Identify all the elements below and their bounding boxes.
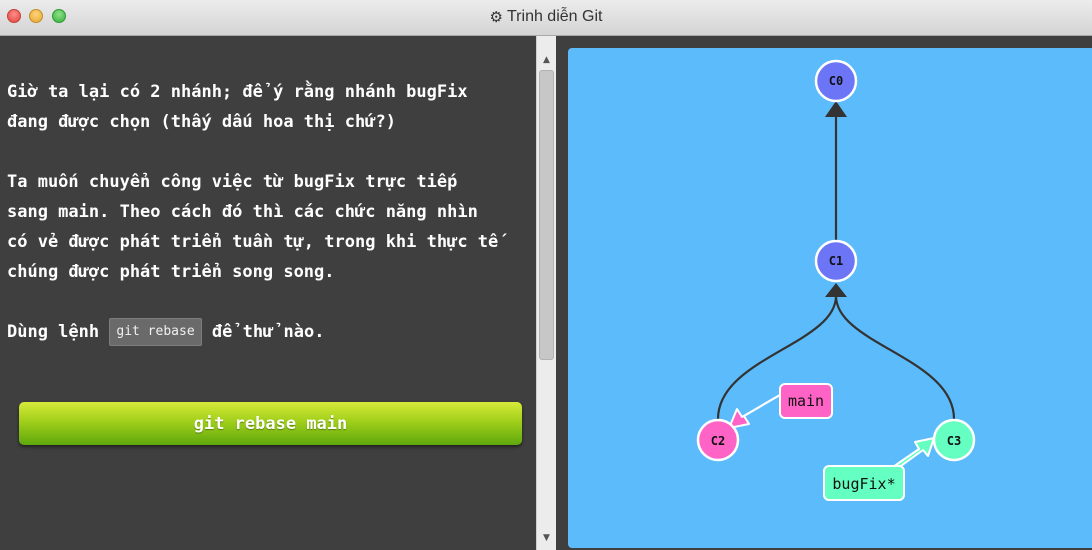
scrollbar-thumb[interactable]: [539, 70, 554, 360]
scroll-down-arrow-icon[interactable]: ▼: [537, 530, 556, 546]
edge-C3-C1: [834, 295, 956, 420]
commit-node[interactable]: C3: [932, 418, 976, 462]
instruction-line: Ta muốn chuyển công việc từ bugFix trực …: [7, 172, 458, 192]
arrowhead-C0: [825, 101, 847, 117]
window-title-wrap: ⚙ Trinh diễn Git: [0, 0, 1092, 34]
try-suffix: để thử nào.: [211, 322, 325, 342]
commit-label-C2: C2: [711, 434, 725, 448]
instruction-line: chúng được phát triển song song.: [7, 262, 335, 282]
window-titlebar: ⚙ Trinh diễn Git: [0, 0, 1092, 36]
commit-label-C3: C3: [947, 434, 961, 448]
instruction-paragraph-2: Ta muốn chuyển công việc từ bugFix trực …: [7, 167, 498, 287]
instruction-paragraph-3: Dùng lệnh git rebase để thử nào.: [7, 317, 325, 347]
branch-bugfix-label: bugFix*: [832, 475, 895, 493]
instruction-line: Giờ ta lại có 2 nhánh; để ý rằng nhánh b…: [7, 82, 468, 102]
gear-icon: ⚙: [489, 9, 503, 26]
branch-main-label: main: [788, 392, 824, 410]
run-command-button[interactable]: git rebase main: [19, 402, 522, 445]
commit-node[interactable]: C1: [814, 239, 858, 283]
run-command-label: git rebase main: [193, 413, 348, 434]
inline-command-code: git rebase: [109, 318, 202, 346]
commit-node[interactable]: C0: [814, 59, 858, 103]
git-graph: main bugFix* C0 C1 C2 C3: [696, 59, 976, 501]
instructions-scrollbar[interactable]: ▲ ▼: [536, 36, 556, 550]
instruction-paragraph-1: Giờ ta lại có 2 nhánh; để ý rằng nhánh b…: [7, 77, 468, 137]
window-title: Trinh diễn Git: [507, 8, 603, 25]
scroll-up-arrow-icon[interactable]: ▲: [537, 52, 556, 68]
instructions-panel: Giờ ta lại có 2 nhánh; để ý rằng nhánh b…: [0, 36, 536, 550]
arrowhead-C1: [825, 283, 847, 297]
commit-label-C1: C1: [829, 254, 843, 268]
instruction-line: đang được chọn (thấy dấu hoa thị chứ?): [7, 112, 396, 132]
branch-arrow-main: [728, 394, 781, 429]
commit-label-C0: C0: [829, 74, 843, 88]
commit-node[interactable]: C2: [696, 418, 740, 462]
instruction-line: sang main. Theo cách đó thì các chức năn…: [7, 202, 478, 222]
git-visualization: main bugFix* C0 C1 C2 C3: [568, 48, 1092, 548]
try-prefix: Dùng lệnh: [7, 322, 100, 342]
instruction-line: có vẻ được phát triển tuần tự, trong khi…: [7, 232, 499, 252]
